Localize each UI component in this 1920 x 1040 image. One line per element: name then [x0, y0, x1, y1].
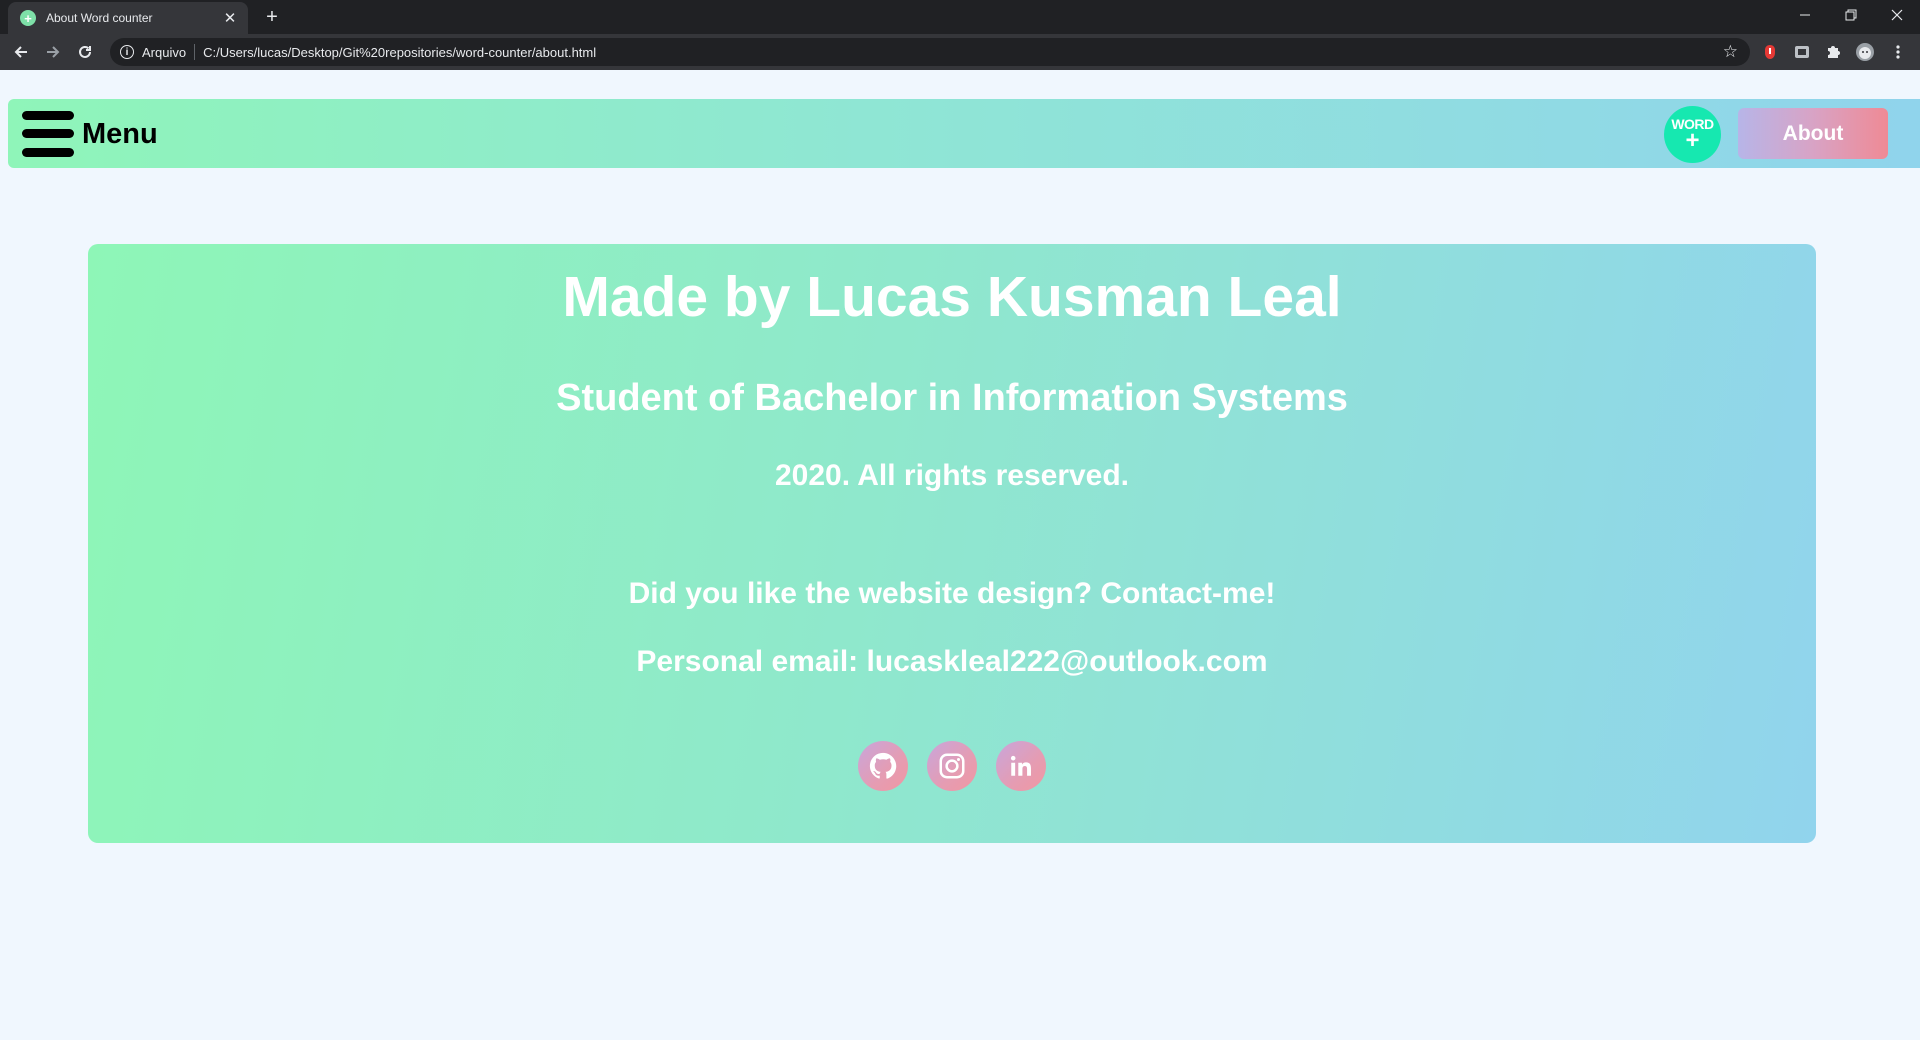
social-links [88, 741, 1816, 791]
browser-toolbar: i Arquivo C:/Users/lucas/Desktop/Git%20r… [0, 34, 1920, 70]
browser-tabstrip: + About Word counter ✕ + [0, 0, 1920, 34]
copyright-text: 2020. All rights reserved. [774, 459, 1130, 492]
address-bar[interactable]: i Arquivo C:/Users/lucas/Desktop/Git%20r… [110, 38, 1750, 66]
extension-red-icon[interactable] [1760, 42, 1780, 62]
menu-label[interactable]: Menu [82, 118, 158, 151]
hamburger-menu-icon[interactable] [22, 111, 74, 157]
scheme-label: Arquivo [142, 44, 187, 60]
profile-avatar-icon[interactable] [1855, 42, 1875, 62]
url-text[interactable]: C:/Users/lucas/Desktop/Git%20repositorie… [203, 45, 596, 60]
close-tab-icon[interactable]: ✕ [222, 9, 238, 27]
tab-title: About Word counter [46, 11, 153, 25]
tab-favicon-icon: + [20, 10, 36, 26]
menu-button[interactable]: Menu [22, 111, 158, 157]
minimize-window-icon[interactable] [1782, 0, 1828, 30]
site-navbar: Menu WORD + About [8, 99, 1920, 168]
back-arrow-icon[interactable] [9, 40, 33, 64]
new-tab-icon[interactable]: + [260, 5, 284, 29]
instagram-icon[interactable] [927, 741, 977, 791]
word-counter-logo[interactable]: WORD + [1664, 106, 1721, 163]
about-button[interactable]: About [1738, 108, 1888, 159]
github-icon[interactable] [858, 741, 908, 791]
close-window-icon[interactable] [1874, 0, 1920, 30]
extensions-puzzle-icon[interactable] [1823, 42, 1843, 62]
restore-window-icon[interactable] [1828, 0, 1874, 30]
linkedin-icon[interactable] [996, 741, 1046, 791]
logo-plus-icon: + [1685, 126, 1700, 154]
forward-arrow-icon[interactable] [41, 40, 65, 64]
personal-email[interactable]: Personal email: lucaskleal222@outlook.co… [88, 645, 1816, 679]
browser-menu-icon[interactable] [1888, 42, 1908, 62]
author-title: Made by Lucas Kusman Leal [562, 265, 1342, 329]
reload-icon[interactable] [73, 40, 97, 64]
bookmark-star-icon[interactable]: ☆ [1723, 42, 1738, 62]
author-subtitle: Student of Bachelor in Information Syste… [556, 377, 1348, 419]
omnibox-divider [194, 44, 196, 60]
browser-tab[interactable]: + About Word counter ✕ [8, 2, 248, 34]
site-info-icon[interactable]: i [120, 45, 134, 59]
extension-screen-icon[interactable] [1792, 42, 1812, 62]
contact-prompt: Did you like the website design? Contact… [628, 577, 1276, 610]
about-card: Made by Lucas Kusman Leal Student of Bac… [88, 244, 1816, 843]
